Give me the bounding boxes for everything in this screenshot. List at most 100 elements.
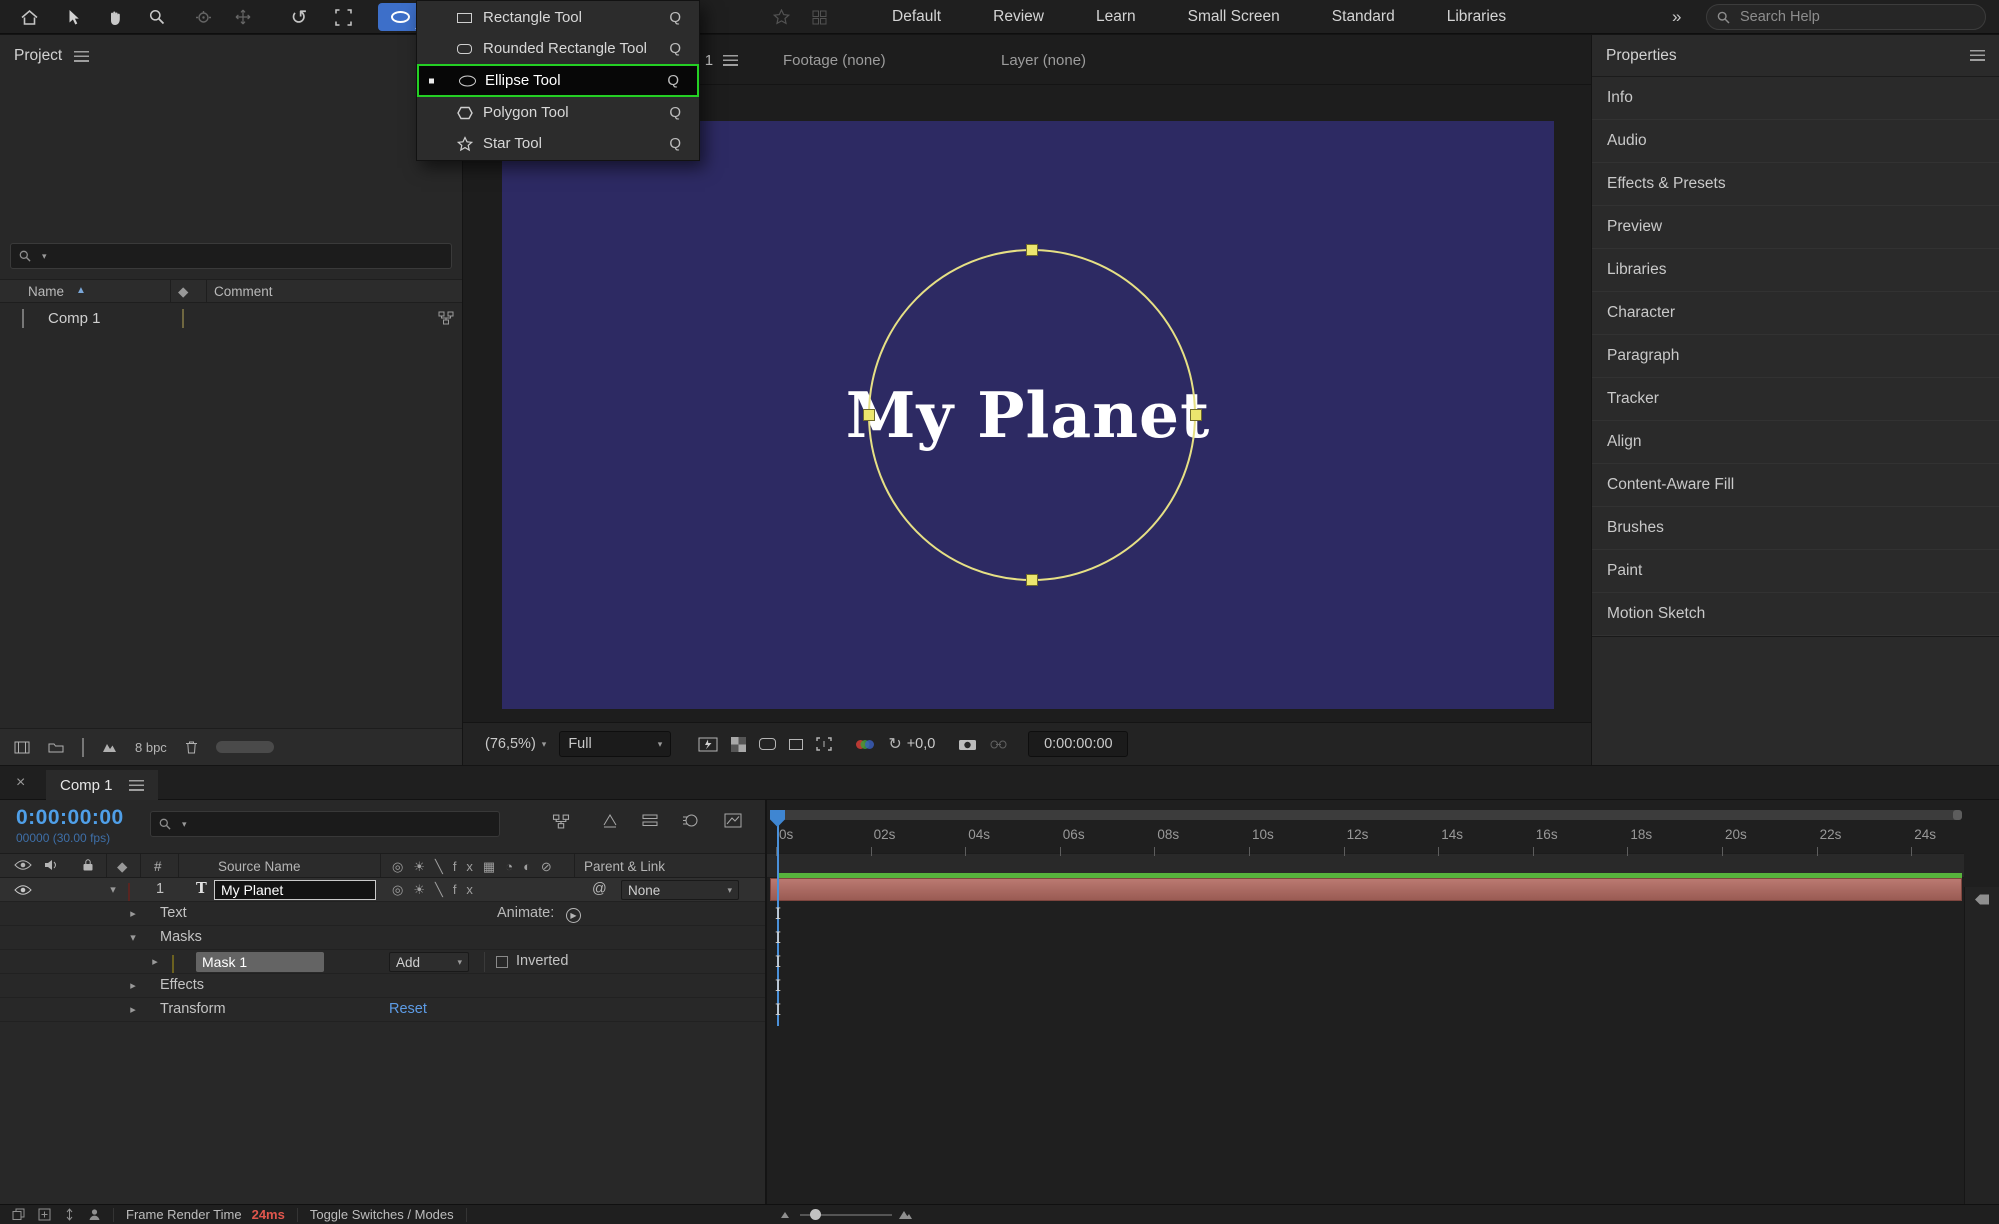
column-parent-link[interactable]: Parent & Link	[584, 859, 665, 874]
column-name[interactable]: Name	[28, 284, 64, 299]
new-folder-icon[interactable]	[48, 741, 64, 753]
show-snapshot-link-icon[interactable]	[990, 732, 1007, 756]
properties-item[interactable]: Effects & Presets	[1592, 163, 1999, 206]
menu-item-polygon-tool[interactable]: Polygon Tool Q	[417, 97, 699, 128]
guides-icon[interactable]	[789, 732, 804, 756]
tab-comp-1[interactable]: Comp 1	[46, 770, 158, 800]
keyframe-ibeam[interactable]: I	[770, 927, 786, 949]
grid-tool-icon[interactable]	[800, 3, 838, 31]
navigator-end-handle[interactable]	[1953, 810, 1962, 820]
frame-render-time-label[interactable]: Frame Render Time	[126, 1207, 242, 1222]
resolution-dropdown[interactable]: Full ▾	[559, 731, 672, 757]
properties-item[interactable]: Content-Aware Fill	[1592, 464, 1999, 507]
menu-item-star-tool[interactable]: Star Tool Q	[417, 128, 699, 159]
rotation-tool-icon[interactable]: ↺	[280, 3, 318, 31]
menu-item-rectangle-tool[interactable]: Rectangle Tool Q	[417, 2, 699, 33]
current-timecode[interactable]: 0:00:00:00	[16, 806, 124, 830]
trash-icon[interactable]	[185, 740, 198, 754]
time-ruler[interactable]: 0s 02s 04s 06s 08s 10s 12s 14s 16s 18s 20s 22s 24s	[766, 821, 1966, 856]
interpret-footage-icon[interactable]	[14, 741, 30, 754]
properties-item[interactable]: Libraries	[1592, 249, 1999, 292]
new-composition-icon[interactable]	[82, 737, 84, 757]
layer-twirl-expanded[interactable]: ▾	[106, 883, 120, 896]
star-tool-icon[interactable]	[762, 3, 800, 31]
project-search-box[interactable]: ▾	[10, 243, 452, 269]
column-source-name[interactable]: Source Name	[218, 859, 301, 874]
orbit-camera-tool-icon[interactable]	[184, 3, 222, 31]
workspace-tab[interactable]: Standard	[1332, 8, 1395, 26]
workspace-tab[interactable]: Small Screen	[1188, 8, 1280, 26]
keyframe-ibeam[interactable]: I	[770, 951, 786, 973]
hand-tool-icon[interactable]	[96, 3, 134, 31]
timeline-search-box[interactable]: ▾	[150, 811, 500, 837]
title-action-safe-icon[interactable]	[816, 732, 833, 756]
layer-duration-bar[interactable]	[770, 878, 1962, 901]
draft-3d-icon[interactable]	[602, 813, 618, 829]
column-hash[interactable]: #	[154, 859, 162, 874]
properties-item[interactable]: Tracker	[1592, 378, 1999, 421]
properties-item[interactable]: Brushes	[1592, 507, 1999, 550]
zoom-level-dropdown[interactable]: (76,5%) ▾	[485, 736, 546, 752]
keyframe-ibeam[interactable]: I	[770, 903, 786, 925]
project-item-row[interactable]: Comp 1	[0, 304, 462, 332]
mask-name-field[interactable]: Mask 1	[196, 952, 324, 972]
workspace-overflow-button[interactable]: »	[1672, 0, 1681, 34]
label-color-chip[interactable]	[182, 308, 184, 328]
menu-item-rounded-rectangle-tool[interactable]: Rounded Rectangle Tool Q	[417, 33, 699, 64]
parent-dropdown[interactable]: None ▾	[621, 880, 739, 900]
scroll-thumb[interactable]	[215, 741, 274, 753]
animate-add-icon[interactable]: ▶	[566, 906, 581, 923]
workspace-tab[interactable]: Learn	[1096, 8, 1136, 26]
audio-icon[interactable]	[44, 859, 58, 871]
graph-editor-icon[interactable]	[724, 813, 742, 828]
properties-item[interactable]: Paint	[1592, 550, 1999, 593]
motion-blur-icon[interactable]	[682, 813, 698, 828]
panel-menu-icon[interactable]	[723, 54, 739, 66]
label-column-icon[interactable]: ◆	[117, 859, 127, 875]
twirl-expanded[interactable]: ▾	[126, 931, 140, 944]
column-comment[interactable]: Comment	[214, 284, 273, 299]
zoom-out-mountain-icon[interactable]	[780, 1210, 790, 1219]
properties-item[interactable]: Info	[1592, 77, 1999, 120]
camera-roi-tool-icon[interactable]	[324, 3, 362, 31]
layer-color-chip[interactable]	[128, 883, 130, 901]
bit-depth-label[interactable]: 8 bpc	[135, 740, 167, 755]
keyframe-ibeam[interactable]: I	[770, 975, 786, 997]
menu-item-ellipse-tool-selected[interactable]: Ellipse Tool Q	[417, 64, 699, 97]
mask-ellipse-overlay[interactable]	[502, 121, 1554, 709]
toggle-switches-modes-button[interactable]: Toggle Switches / Modes	[310, 1207, 454, 1222]
mask-visibility-icon[interactable]	[759, 732, 777, 756]
help-search-input[interactable]	[1738, 8, 1948, 26]
twirl-collapsed[interactable]: ▸	[126, 1003, 140, 1016]
flowchart-icon[interactable]	[438, 311, 454, 325]
user-icon[interactable]	[88, 1208, 101, 1221]
comp-mini-flowchart-icon[interactable]	[552, 814, 570, 829]
properties-item[interactable]: Audio	[1592, 120, 1999, 163]
fast-previews-icon[interactable]	[698, 732, 718, 756]
group-row-masks[interactable]: ▾ Masks	[0, 926, 765, 950]
properties-item[interactable]: Character	[1592, 292, 1999, 335]
zoom-in-mountain-icon[interactable]	[898, 1208, 913, 1220]
properties-item[interactable]: Align	[1592, 421, 1999, 464]
composition-canvas[interactable]: My Planet	[502, 121, 1554, 709]
workspace-tab[interactable]: Default	[892, 8, 941, 26]
mask-color-chip[interactable]	[172, 955, 174, 973]
inverted-checkbox[interactable]	[496, 956, 508, 968]
twirl-collapsed[interactable]: ▸	[148, 955, 162, 968]
properties-item[interactable]: Motion Sketch	[1592, 593, 1999, 636]
lock-icon[interactable]	[82, 858, 94, 872]
selection-tool-icon[interactable]	[54, 3, 92, 31]
panel-menu-icon[interactable]	[128, 779, 144, 791]
color-depth-icon[interactable]	[102, 741, 117, 753]
panel-menu-icon[interactable]	[74, 50, 90, 62]
channel-rgb-icon[interactable]	[855, 732, 875, 756]
properties-item[interactable]: Paragraph	[1592, 335, 1999, 378]
add-panel-icon[interactable]	[38, 1208, 51, 1221]
sort-arrows-icon[interactable]	[64, 1208, 75, 1221]
shy-layers-icon[interactable]	[642, 813, 658, 828]
timeline-zoom-slider-knob[interactable]	[810, 1209, 821, 1220]
close-icon[interactable]: ×	[16, 774, 25, 792]
parent-pickwhip-icon[interactable]: @	[592, 881, 607, 897]
comp-marker-icon[interactable]	[1973, 893, 1990, 906]
time-navigator-bar[interactable]	[770, 810, 1962, 820]
